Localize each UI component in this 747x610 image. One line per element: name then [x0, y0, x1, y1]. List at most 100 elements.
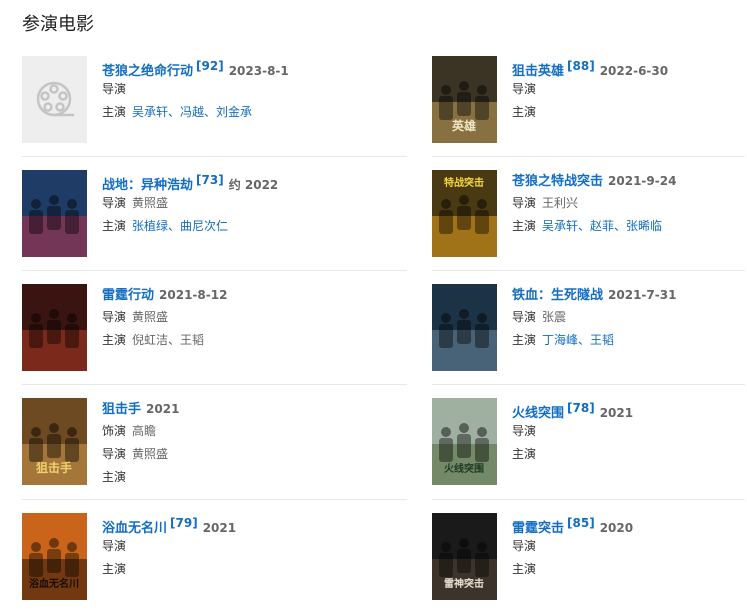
- poster-title-text: 浴血无名川: [29, 577, 79, 590]
- film-date: 2023-8-1: [228, 64, 289, 78]
- meta-label: 导演: [102, 196, 127, 210]
- film-date: 2021: [146, 402, 180, 416]
- film-poster[interactable]: [22, 56, 87, 143]
- film-meta-row: 主演 倪虹洁、王韬: [102, 330, 352, 350]
- meta-value: 黄照盛: [132, 310, 169, 324]
- meta-label: 饰演: [102, 424, 127, 438]
- meta-value: 倪虹洁、王韬: [132, 333, 205, 347]
- meta-label: 主演: [102, 562, 127, 576]
- film-title-line: 火线突围 [78] 2021: [512, 398, 747, 421]
- film-title-line: 雷霆行动 2021-8-12: [102, 284, 352, 304]
- meta-value: 黄照盛: [132, 196, 169, 210]
- meta-value-link[interactable]: 吴承轩、赵菲、张晞临: [542, 219, 662, 233]
- film-score-ref[interactable]: [85]: [567, 516, 595, 530]
- film-date: 2021-9-24: [608, 174, 677, 188]
- film-poster[interactable]: [22, 284, 87, 371]
- meta-value-link[interactable]: 吴承轩、冯越、刘金承: [132, 105, 252, 119]
- film-title-line: 铁血：生死隧战 2021-7-31: [512, 284, 747, 304]
- film-title-line: 狙击手 2021: [102, 398, 352, 418]
- poster-title-text: 火线突围: [444, 462, 484, 475]
- film-title-line: 狙击英雄 [88] 2022-6-30: [512, 56, 747, 79]
- film-poster[interactable]: [22, 170, 87, 257]
- film-title-link[interactable]: 浴血无名川: [102, 521, 167, 536]
- film-meta-row: 导演: [102, 79, 352, 99]
- film-title-link[interactable]: 雷霆行动: [102, 288, 154, 303]
- film-title-link[interactable]: 苍狼之特战突击: [512, 174, 603, 189]
- row-divider: [22, 270, 407, 271]
- row-divider: [432, 270, 745, 271]
- meta-value-link[interactable]: 丁海峰、王韬: [542, 333, 614, 347]
- row-divider: [432, 499, 745, 500]
- film-date: 2020: [599, 521, 634, 535]
- poster-title-text: 狙击手: [36, 460, 72, 475]
- row-divider: [22, 384, 407, 385]
- film-meta-row: 主演: [512, 559, 747, 579]
- film-title-link[interactable]: 铁血：生死隧战: [512, 288, 603, 303]
- meta-label: 导演: [512, 424, 537, 438]
- film-title-link[interactable]: 苍狼之绝命行动: [102, 64, 193, 79]
- film-meta-row: 导演 黄照盛: [102, 307, 352, 327]
- film-info: 战地：异种浩劫 [73] 约 2022 导演 黄照盛 主演 张植绿、曲尼次仁: [102, 170, 352, 236]
- film-date: 2021-7-31: [608, 288, 677, 302]
- meta-label: 主演: [512, 219, 537, 233]
- meta-value: 张震: [542, 310, 567, 324]
- meta-label: 主演: [102, 333, 127, 347]
- film-score-ref[interactable]: [79]: [170, 516, 198, 530]
- film-meta-row: 主演: [512, 444, 747, 464]
- film-meta-row: 主演 吴承轩、赵菲、张晞临: [512, 216, 747, 236]
- meta-label: 导演: [102, 447, 127, 461]
- meta-label: 导演: [512, 82, 537, 96]
- film-title-link[interactable]: 狙击英雄: [512, 64, 564, 79]
- film-title-link[interactable]: 雷霆突击: [512, 521, 564, 536]
- film-info: 火线突围 [78] 2021 导演主演: [512, 398, 747, 464]
- film-score-ref[interactable]: [78]: [567, 401, 595, 415]
- film-poster[interactable]: 英雄: [432, 56, 497, 143]
- film-title-line: 雷霆突击 [85] 2020: [512, 513, 747, 536]
- film-poster[interactable]: 雷神突击: [432, 513, 497, 600]
- film-title-line: 浴血无名川 [79] 2021: [102, 513, 352, 536]
- meta-label: 主演: [102, 470, 127, 484]
- film-title-line: 苍狼之特战突击 2021-9-24: [512, 170, 747, 190]
- film-poster[interactable]: [432, 284, 497, 371]
- film-meta-row: 主演: [102, 467, 352, 487]
- poster-title-text: 雷神突击: [444, 577, 484, 590]
- meta-value: 高瞻: [132, 424, 157, 438]
- film-score-ref[interactable]: [88]: [567, 59, 595, 73]
- film-title-line: 苍狼之绝命行动 [92] 2023-8-1: [102, 56, 352, 79]
- film-date: 约 2022: [228, 178, 279, 192]
- film-date: 2022-6-30: [599, 64, 669, 78]
- film-meta-row: 导演 黄照盛: [102, 444, 352, 464]
- meta-label: 主演: [102, 219, 127, 233]
- film-date: 2021: [202, 521, 237, 535]
- film-title-link[interactable]: 狙击手: [102, 402, 141, 417]
- film-meta-row: 导演: [512, 421, 747, 441]
- meta-value-link[interactable]: 张植绿、曲尼次仁: [132, 219, 228, 233]
- film-info: 铁血：生死隧战 2021-7-31 导演 张震主演 丁海峰、王韬: [512, 284, 747, 350]
- row-divider: [432, 384, 745, 385]
- meta-label: 主演: [512, 562, 537, 576]
- film-meta-row: 主演: [512, 102, 747, 122]
- film-poster[interactable]: 浴血无名川: [22, 513, 87, 600]
- section-title: 参演电影: [22, 14, 94, 35]
- film-poster[interactable]: 特战突击: [432, 170, 497, 257]
- poster-title-text: 英雄: [452, 118, 476, 133]
- film-info: 苍狼之绝命行动 [92] 2023-8-1 导演 主演 吴承轩、冯越、刘金承: [102, 56, 352, 122]
- film-title-link[interactable]: 战地：异种浩劫: [102, 178, 193, 193]
- film-title-link[interactable]: 火线突围: [512, 406, 564, 421]
- film-title-line: 战地：异种浩劫 [73] 约 2022: [102, 170, 352, 193]
- meta-label: 导演: [102, 310, 127, 324]
- film-meta-row: 导演 张震: [512, 307, 747, 327]
- film-info: 浴血无名川 [79] 2021 导演主演: [102, 513, 352, 579]
- film-score-ref[interactable]: [73]: [196, 173, 224, 187]
- film-info: 雷霆突击 [85] 2020 导演 主演: [512, 513, 747, 579]
- film-meta-row: 导演 黄照盛: [102, 193, 352, 213]
- meta-label: 主演: [512, 333, 537, 347]
- row-divider: [432, 156, 745, 157]
- film-meta-row: 导演 王利兴: [512, 193, 747, 213]
- film-poster[interactable]: 狙击手: [22, 398, 87, 485]
- film-poster[interactable]: 火线突围: [432, 398, 497, 485]
- meta-value: 黄照盛: [132, 447, 169, 461]
- film-meta-row: 导演: [102, 536, 352, 556]
- meta-label: 主演: [512, 447, 537, 461]
- film-score-ref[interactable]: [92]: [196, 59, 224, 73]
